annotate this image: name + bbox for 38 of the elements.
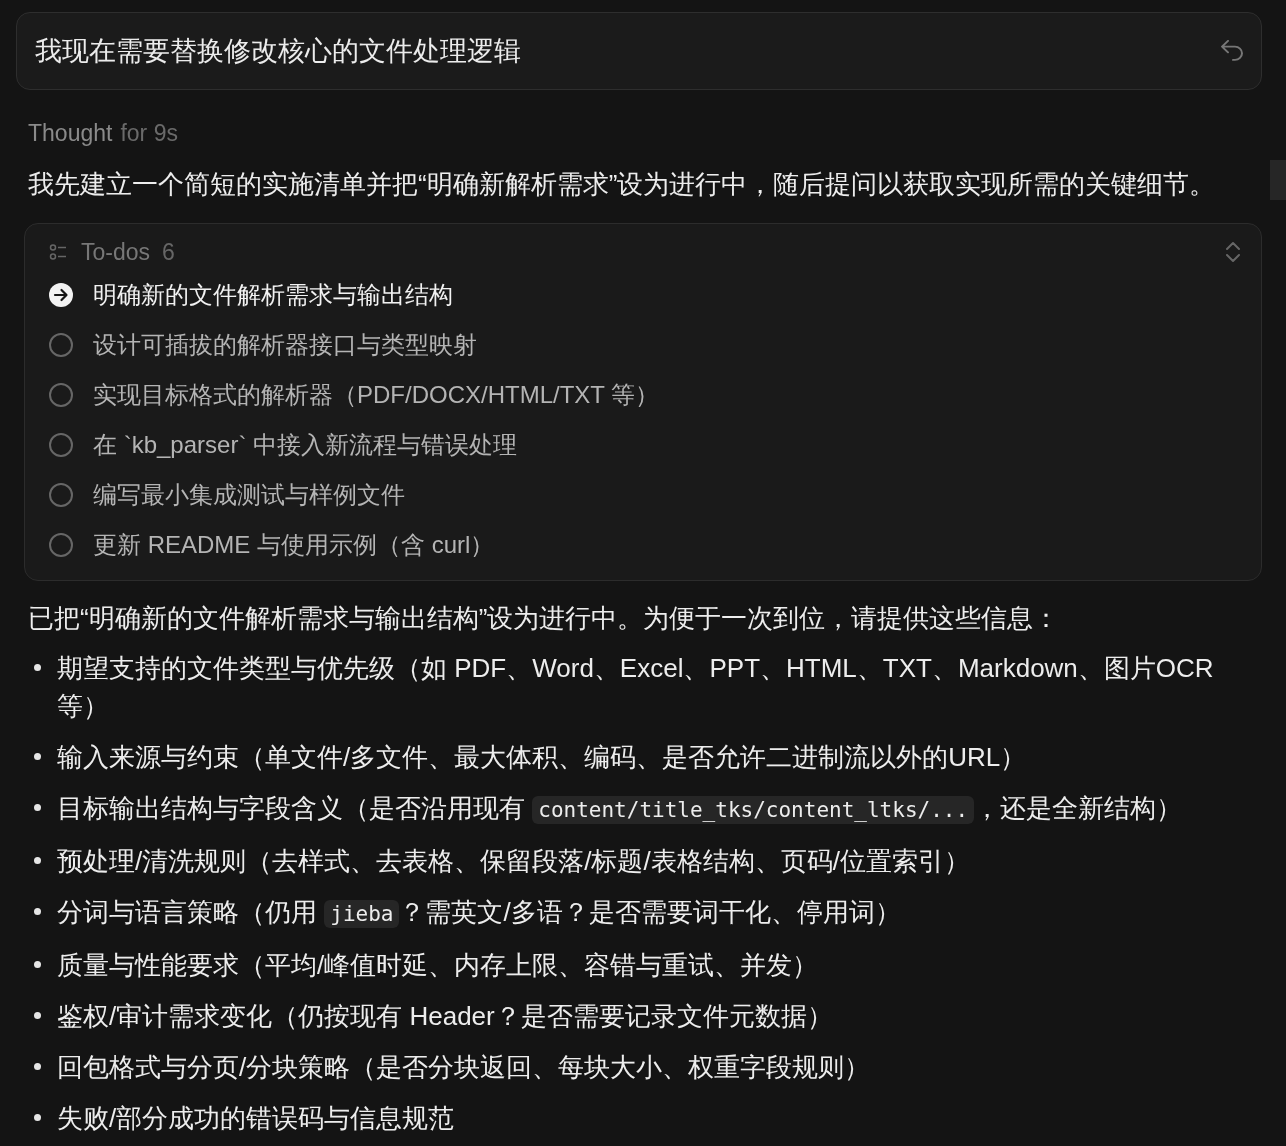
thought-label[interactable]: Thought — [28, 120, 113, 147]
list-item-text: 期望支持的文件类型与优先级（如 PDF、Word、Excel、PPT、HTML、TXT、Markdown、图片OCR 等） — [57, 652, 1215, 723]
todo-item: 实现目标格式的解析器（PDF/DOCX/HTML/TXT 等） — [93, 380, 660, 410]
todo-item: 设计可插拔的解析器接口与类型映射 — [93, 330, 477, 360]
bullet-icon — [34, 804, 41, 811]
prompt-box[interactable]: 我现在需要替换修改核心的文件处理逻辑 — [16, 12, 1262, 90]
chevron-up-down-icon — [1225, 240, 1241, 264]
list-item-text: 分词与语言策略（仍用 jieba ？需英文/多语？是否需要词干化、停用词） — [57, 896, 901, 930]
bullet-icon — [34, 961, 41, 968]
bullet-icon — [34, 1114, 41, 1121]
todo-item: 更新 README 与使用示例（含 curl） — [93, 530, 495, 560]
prompt-text: 我现在需要替换修改核心的文件处理逻辑 — [35, 35, 521, 68]
intro-paragraph: 我先建立一个简短的实施清单并把“明确新解析需求”设为进行中，随后提问以获取实现所需的关键细节。 — [28, 168, 1217, 201]
todo-count: 6 — [162, 238, 175, 266]
list-item-text: 输入来源与约束（单文件/多文件、最大体积、编码、是否允许二进制流以外的URL） — [57, 741, 1027, 774]
list-item-text: 预处理/清洗规则（去样式、去表格、保留段落/标题/表格结构、页码/位置索引） — [57, 845, 970, 878]
bullet-icon — [34, 1063, 41, 1070]
thought-duration: for 9s — [120, 120, 178, 147]
list-icon — [49, 243, 67, 261]
list-item-text: 回包格式与分页/分块策略（是否分块返回、每块大小、权重字段规则） — [57, 1051, 871, 1084]
undo-icon[interactable] — [1219, 40, 1245, 62]
answer-paragraph: 已把“明确新的文件解析需求与输出结构”设为进行中。为便于一次到位，请提供这些信息： — [28, 602, 1061, 635]
bullet-icon — [34, 1012, 41, 1019]
list-item-text: 鉴权/审计需求变化（仍按现有 Header？是否需要记录文件元数据） — [57, 1000, 833, 1033]
expand-toggle[interactable] — [1225, 240, 1241, 264]
inline-code: content/title_tks/content_ltks/... — [532, 796, 975, 824]
bullet-icon — [34, 664, 41, 671]
list-item-text: 质量与性能要求（平均/峰值时延、内存上限、容错与重试、并发） — [57, 949, 819, 982]
list-item-text: 目标输出结构与字段含义（是否沿用现有 content/title_tks/content_ltks/... ，还是全新结构） — [57, 792, 1183, 826]
bullet-icon — [34, 908, 41, 915]
inline-code: jieba — [324, 900, 400, 928]
bullet-icon — [34, 753, 41, 760]
todo-item: 编写最小集成测试与样例文件 — [93, 480, 405, 510]
bullet-icon — [34, 857, 41, 864]
todo-item: 明确新的文件解析需求与输出结构 — [93, 280, 453, 310]
list-item-text: 失败/部分成功的错误码与信息规范 — [57, 1102, 455, 1135]
todo-title: To-dos — [81, 238, 151, 266]
todo-item: 在 `kb_parser` 中接入新流程与错误处理 — [93, 430, 518, 460]
